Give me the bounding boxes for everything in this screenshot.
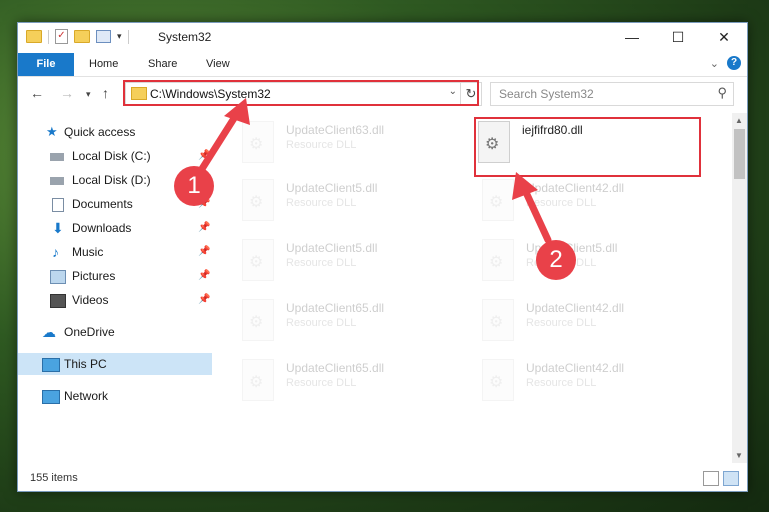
arrow-1-shaft [196, 108, 242, 176]
arrow-2-shaft [520, 184, 552, 244]
annotation-arrows [196, 98, 552, 244]
callout-badge-2: 2 [536, 240, 576, 280]
arrow-1-head [224, 98, 250, 125]
callout-badge-1: 1 [174, 166, 214, 206]
